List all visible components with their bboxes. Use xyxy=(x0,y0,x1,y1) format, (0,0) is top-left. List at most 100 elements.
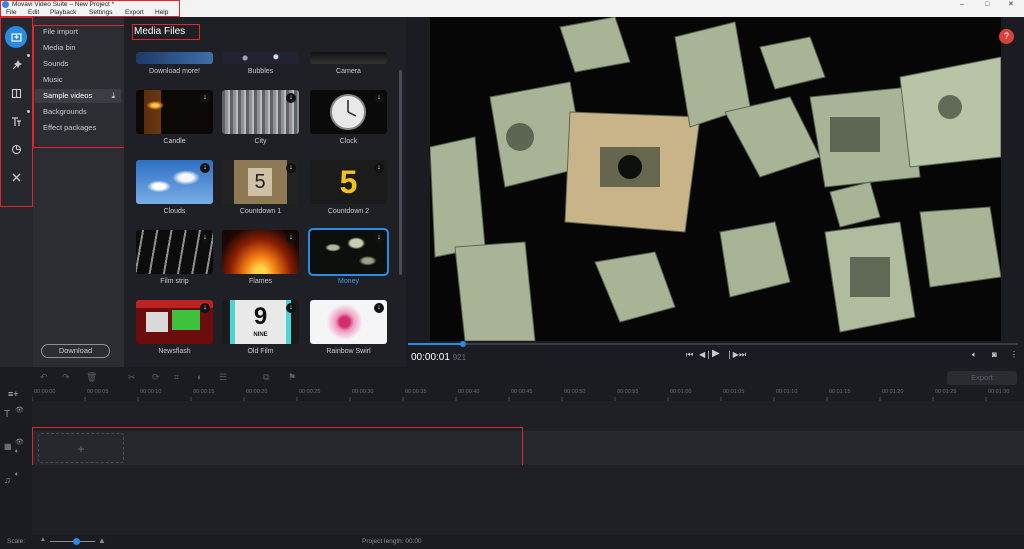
media-thumb-old-film[interactable]: 9 NINE ↓ xyxy=(222,300,299,344)
import-icon[interactable] xyxy=(5,26,27,48)
zoom-out-icon[interactable]: ▲ xyxy=(40,537,46,543)
redo-icon[interactable]: ↷ xyxy=(62,372,70,383)
category-backgrounds[interactable]: Backgrounds xyxy=(35,105,121,119)
category-sounds[interactable]: Sounds xyxy=(35,57,121,71)
download-icon[interactable]: ↓ xyxy=(286,163,296,173)
progress-knob[interactable] xyxy=(459,341,466,347)
volume-icon[interactable]: 🔈︎ xyxy=(972,350,977,360)
media-thumb-film-strip[interactable]: ↓ xyxy=(136,230,213,274)
equalizer-icon[interactable]: ☰ xyxy=(219,372,227,383)
add-track-icon[interactable]: ≡+ xyxy=(8,389,19,399)
category-effect-packages[interactable]: Effect packages xyxy=(35,121,121,135)
download-icon[interactable]: ↓ xyxy=(286,303,296,313)
rotate-icon[interactable]: ⟳ xyxy=(152,372,160,383)
media-label[interactable]: Candle xyxy=(136,138,213,145)
download-icon[interactable]: ↓ xyxy=(200,163,210,173)
titles-icon[interactable] xyxy=(5,110,30,132)
minimize-button[interactable]: – xyxy=(960,0,964,9)
download-icon[interactable]: ↓ xyxy=(374,163,384,173)
category-file-import[interactable]: File import xyxy=(35,25,121,39)
menu-export[interactable]: Export xyxy=(125,9,144,17)
zoom-in-icon[interactable]: ▲ xyxy=(98,536,106,545)
download-icon[interactable]: ↓ xyxy=(286,93,296,103)
filters-icon[interactable] xyxy=(5,138,27,160)
media-label[interactable]: Newsflash xyxy=(136,348,213,355)
download-icon[interactable]: ↓ xyxy=(200,93,210,103)
media-label[interactable]: Countdown 2 xyxy=(310,208,387,215)
download-button[interactable]: Download xyxy=(41,344,110,358)
media-label[interactable]: Camera xyxy=(310,68,387,75)
media-properties-icon[interactable]: ⧉ xyxy=(263,372,269,383)
export-button[interactable]: Export xyxy=(947,371,1017,385)
menu-help[interactable]: Help xyxy=(155,9,168,17)
visibility-icon[interactable]: 👁︎ xyxy=(15,438,24,446)
media-thumb-money[interactable]: ↓ xyxy=(308,228,389,276)
timeline-ruler[interactable]: 00:00:00 00:00:05 00:00:10 00:00:15 00:0… xyxy=(32,387,1024,401)
download-icon[interactable]: ↓ xyxy=(200,233,210,243)
media-label[interactable]: Old Film xyxy=(222,348,299,355)
media-label[interactable]: Flames xyxy=(222,278,299,285)
category-music[interactable]: Music xyxy=(35,73,121,87)
media-thumb-camera[interactable] xyxy=(310,52,387,64)
maximize-button[interactable]: □ xyxy=(985,0,989,9)
menu-playback[interactable]: Playback xyxy=(50,9,76,17)
crop-icon[interactable]: ⌗ xyxy=(174,372,179,383)
category-sample-videos[interactable]: Sample videos ⤓ xyxy=(35,89,121,103)
media-thumb-countdown-2[interactable]: 5 ↓ xyxy=(310,160,387,204)
download-icon[interactable]: ↓ xyxy=(286,233,296,243)
more-options-icon[interactable]: ⋮ xyxy=(1010,350,1018,359)
video-track[interactable] xyxy=(32,431,1024,465)
undo-icon[interactable]: ↶ xyxy=(40,372,48,383)
media-label[interactable]: City xyxy=(222,138,299,145)
media-label[interactable]: Download more! xyxy=(136,68,213,75)
close-button[interactable]: ✕ xyxy=(1008,0,1014,9)
marker-icon[interactable]: ⚑ xyxy=(288,372,296,383)
media-thumb-download-more[interactable] xyxy=(136,52,213,64)
media-thumb-candle[interactable]: ↓ xyxy=(136,90,213,134)
video-preview[interactable] xyxy=(430,17,1001,341)
media-label[interactable]: Clock xyxy=(310,138,387,145)
category-media-bin[interactable]: Media bin xyxy=(35,41,121,55)
media-label[interactable]: Rainbow Swirl xyxy=(310,348,387,355)
menu-file[interactable]: File xyxy=(6,9,16,17)
mute-icon[interactable]: 🔈︎ xyxy=(15,448,19,456)
media-label[interactable]: Film strip xyxy=(136,278,213,285)
media-label-selected[interactable]: Money xyxy=(310,278,387,285)
snapshot-icon[interactable]: ◙ xyxy=(992,350,997,359)
title-track[interactable] xyxy=(32,401,1024,431)
color-adjust-icon[interactable]: ◐ xyxy=(197,372,202,382)
download-icon[interactable]: ↓ xyxy=(374,93,384,103)
media-thumb-clock[interactable]: ↓ xyxy=(310,90,387,134)
audio-track[interactable] xyxy=(32,465,1024,535)
media-thumb-countdown-1[interactable]: 5 ↓ xyxy=(222,160,299,204)
media-label[interactable]: Bubbles xyxy=(222,68,299,75)
visibility-icon[interactable]: 👁︎ xyxy=(15,406,24,414)
mute-icon[interactable]: 🔈︎ xyxy=(15,471,19,479)
tools-icon[interactable] xyxy=(5,166,27,188)
prev-frame-icon[interactable]: ◀❘ xyxy=(699,350,712,359)
menu-settings[interactable]: Settings xyxy=(89,9,113,17)
cut-icon[interactable]: ✂︎ xyxy=(128,372,136,383)
media-label[interactable]: Clouds xyxy=(136,208,213,215)
media-thumb-city[interactable]: ↓ xyxy=(222,90,299,134)
transitions-icon[interactable] xyxy=(5,82,27,104)
media-thumb-clouds[interactable]: ↓ xyxy=(136,160,213,204)
download-icon[interactable]: ↓ xyxy=(374,233,384,243)
skip-end-icon[interactable]: ⏭ xyxy=(739,350,746,360)
menu-edit[interactable]: Edit xyxy=(28,9,39,17)
download-icon[interactable]: ↓ xyxy=(374,303,384,313)
next-frame-icon[interactable]: ❘▶ xyxy=(726,350,739,359)
add-media-slot[interactable]: + xyxy=(38,433,124,463)
download-icon[interactable]: ↓ xyxy=(200,303,210,313)
help-button[interactable]: ? xyxy=(999,29,1014,44)
media-thumb-flames[interactable]: ↓ xyxy=(222,230,299,274)
playback-progress-bar[interactable] xyxy=(408,341,1018,347)
delete-icon[interactable]: 🗑︎ xyxy=(86,372,97,383)
play-icon[interactable]: ▶ xyxy=(712,348,720,359)
magic-wand-icon[interactable] xyxy=(5,54,30,76)
scale-slider-knob[interactable] xyxy=(73,538,80,545)
media-scrollbar[interactable] xyxy=(399,70,402,275)
media-thumb-bubbles[interactable] xyxy=(222,52,299,64)
skip-start-icon[interactable]: ⏮ xyxy=(686,350,693,360)
media-thumb-newsflash[interactable]: ↓ xyxy=(136,300,213,344)
